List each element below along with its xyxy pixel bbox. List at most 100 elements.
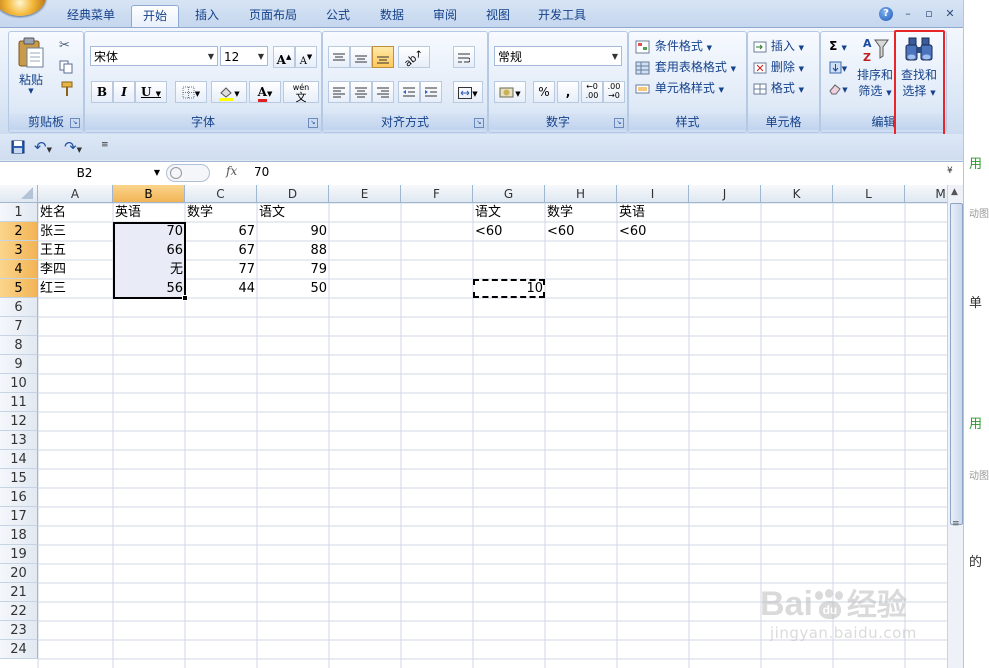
cell-d4[interactable]: 79 — [257, 260, 329, 279]
tab-formulas[interactable]: 公式 — [318, 5, 358, 27]
orientation-button[interactable]: ab↗ — [398, 46, 430, 70]
row-header-7[interactable]: 7 — [0, 317, 38, 336]
align-left-button[interactable] — [328, 81, 350, 103]
format-as-table-button[interactable]: 套用表格格式 ▼ — [635, 57, 745, 77]
fill-handle[interactable] — [182, 295, 188, 301]
cell-c2[interactable]: 67 — [185, 222, 257, 241]
format-painter-icon[interactable] — [60, 81, 74, 100]
row-header-20[interactable]: 20 — [0, 564, 38, 583]
help-icon[interactable]: ? — [879, 7, 893, 21]
increase-indent-button[interactable] — [420, 81, 442, 103]
tab-review[interactable]: 审阅 — [425, 5, 465, 27]
conditional-format-button[interactable]: 条件格式 ▼ — [635, 36, 745, 56]
column-header-e[interactable]: E — [329, 185, 401, 203]
cell-c3[interactable]: 67 — [185, 241, 257, 260]
cell-d3[interactable]: 88 — [257, 241, 329, 260]
row-header-18[interactable]: 18 — [0, 526, 38, 545]
row-header-2[interactable]: 2 — [0, 222, 38, 241]
name-box[interactable]: B2 ▼ — [7, 163, 162, 183]
scroll-thumb[interactable] — [950, 203, 963, 525]
cell-b1[interactable]: 英语 — [113, 203, 185, 222]
insert-function-icon[interactable]: fx — [226, 164, 237, 178]
row-header-9[interactable]: 9 — [0, 355, 38, 374]
cell-a1[interactable]: 姓名 — [38, 203, 113, 222]
italic-button[interactable]: I — [113, 81, 135, 103]
row-header-22[interactable]: 22 — [0, 602, 38, 621]
align-center-button[interactable] — [350, 81, 372, 103]
tab-page-layout[interactable]: 页面布局 — [244, 5, 302, 27]
tab-insert[interactable]: 插入 — [187, 5, 227, 27]
redo-icon[interactable]: ↷▼ — [64, 138, 82, 156]
font-name-select[interactable]: 宋体 ▼ — [90, 46, 218, 66]
wrap-text-button[interactable] — [453, 46, 475, 68]
column-header-l[interactable]: L — [833, 185, 905, 203]
paste-button[interactable]: 粘贴 ▼ — [15, 36, 47, 104]
cell-i1[interactable]: 英语 — [617, 203, 689, 222]
clear-button[interactable]: ▼ — [825, 78, 851, 98]
row-header-8[interactable]: 8 — [0, 336, 38, 355]
cell-h2[interactable]: <60 — [545, 222, 617, 241]
cell-a5[interactable]: 红三 — [38, 279, 113, 298]
customize-qat-icon[interactable]: ≡ — [101, 140, 109, 150]
tab-data[interactable]: 数据 — [372, 5, 412, 27]
decrease-indent-button[interactable] — [398, 81, 420, 103]
bold-button[interactable]: B — [91, 81, 113, 103]
delete-cells-button[interactable]: 删除 ▼ — [753, 57, 817, 77]
column-header-d[interactable]: D — [257, 185, 329, 203]
increase-decimal-button[interactable]: ←0.00 — [581, 81, 603, 103]
grow-font-button[interactable]: A▲ — [273, 46, 295, 68]
row-header-15[interactable]: 15 — [0, 469, 38, 488]
formula-input[interactable]: 70 — [254, 165, 269, 179]
align-bottom-button[interactable] — [372, 46, 394, 68]
row-header-16[interactable]: 16 — [0, 488, 38, 507]
alignment-launcher-icon[interactable]: ↘ — [474, 118, 484, 128]
align-right-button[interactable] — [372, 81, 394, 103]
cell-g2[interactable]: <60 — [473, 222, 545, 241]
row-header-13[interactable]: 13 — [0, 431, 38, 450]
column-header-f[interactable]: F — [401, 185, 473, 203]
column-header-b[interactable]: B — [113, 185, 185, 203]
align-middle-button[interactable] — [350, 46, 372, 68]
number-launcher-icon[interactable]: ↘ — [614, 118, 624, 128]
cell-d2[interactable]: 90 — [257, 222, 329, 241]
column-header-i[interactable]: I — [617, 185, 689, 203]
clipboard-launcher-icon[interactable]: ↘ — [70, 118, 80, 128]
minimize-icon[interactable]: – — [900, 6, 916, 22]
cell-g1[interactable]: 语文 — [473, 203, 545, 222]
cell-a3[interactable]: 王五 — [38, 241, 113, 260]
font-launcher-icon[interactable]: ↘ — [308, 118, 318, 128]
cell-d5[interactable]: 50 — [257, 279, 329, 298]
merge-center-button[interactable]: ▼ — [453, 81, 483, 103]
row-header-4[interactable]: 4 — [0, 260, 38, 279]
percent-button[interactable]: % — [533, 81, 555, 103]
office-button[interactable] — [0, 0, 46, 16]
undo-icon[interactable]: ↶▼ — [34, 138, 52, 156]
tab-view[interactable]: 视图 — [478, 5, 518, 27]
cell-c4[interactable]: 77 — [185, 260, 257, 279]
insert-cells-button[interactable]: 插入 ▼ — [753, 36, 817, 56]
row-header-10[interactable]: 10 — [0, 374, 38, 393]
column-header-k[interactable]: K — [761, 185, 833, 203]
restore-icon[interactable]: ▫ — [921, 6, 937, 22]
row-header-1[interactable]: 1 — [0, 203, 38, 222]
cell-a4[interactable]: 李四 — [38, 260, 113, 279]
accounting-format-button[interactable]: ▼ — [494, 81, 526, 103]
row-header-19[interactable]: 19 — [0, 545, 38, 564]
row-header-12[interactable]: 12 — [0, 412, 38, 431]
format-cells-button[interactable]: 格式 ▼ — [753, 78, 817, 98]
border-button[interactable]: ▼ — [175, 81, 207, 103]
tab-developer[interactable]: 开发工具 — [533, 5, 591, 27]
cell-i2[interactable]: <60 — [617, 222, 689, 241]
tab-home[interactable]: 开始 — [131, 5, 179, 28]
comma-button[interactable]: , — [557, 81, 579, 103]
fill-color-button[interactable]: ▼ — [211, 81, 247, 103]
column-header-g[interactable]: G — [473, 185, 545, 203]
cut-icon[interactable]: ✂ — [59, 38, 70, 53]
shrink-font-button[interactable]: A▼ — [295, 46, 317, 68]
row-header-21[interactable]: 21 — [0, 583, 38, 602]
column-header-h[interactable]: H — [545, 185, 617, 203]
row-header-14[interactable]: 14 — [0, 450, 38, 469]
autosum-button[interactable]: Σ ▼ — [825, 36, 851, 56]
cell-styles-button[interactable]: 单元格样式 ▼ — [635, 78, 745, 98]
column-header-a[interactable]: A — [38, 185, 113, 203]
